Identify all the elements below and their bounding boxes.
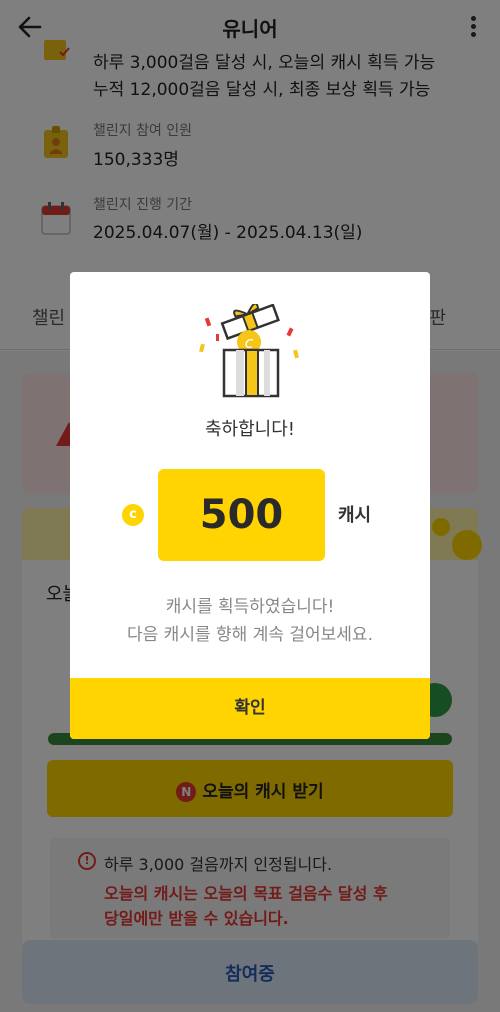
reward-amount: 500 xyxy=(158,469,325,561)
reward-modal: c 축하합니다! c 500 캐시 캐시를 획득하였습니다! 다음 캐시를 향해… xyxy=(70,272,430,739)
coin-icon: c xyxy=(122,504,144,526)
gift-box-icon: c xyxy=(199,304,299,398)
reward-unit: 캐시 xyxy=(338,505,372,526)
reward-amount-row: c 500 캐시 xyxy=(70,469,430,561)
confirm-button[interactable]: 확인 xyxy=(70,678,430,739)
reward-description-2: 다음 캐시를 향해 계속 걸어보세요. xyxy=(127,625,373,645)
reward-description-1: 캐시를 획득하였습니다! xyxy=(165,597,335,617)
congrats-text: 축하합니다! xyxy=(204,419,295,440)
